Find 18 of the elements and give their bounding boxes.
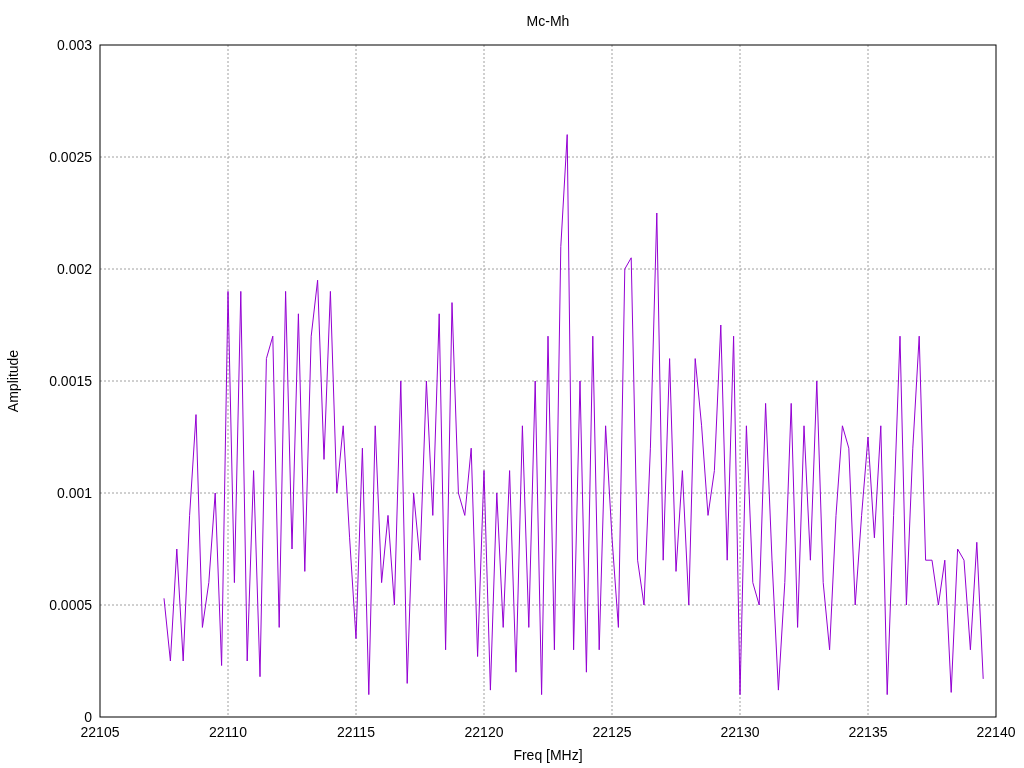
tick-label: 22110 <box>209 724 247 740</box>
tick-label: 0.0025 <box>49 149 92 165</box>
tick-label: 22140 <box>976 724 1016 740</box>
axis-label: Amplitude <box>5 349 21 413</box>
tick-label: 0.0005 <box>49 597 92 613</box>
tick-label: 22135 <box>848 724 888 740</box>
tick-label: 0.002 <box>56 261 92 277</box>
tick-label: 22125 <box>592 724 632 740</box>
tick-label: 22120 <box>464 724 504 740</box>
tick-label: 0.0015 <box>49 373 92 389</box>
tick-label: 22130 <box>720 724 760 740</box>
tick-label: 0.003 <box>56 37 92 53</box>
chart-title: Mc-Mh <box>526 13 570 29</box>
tick-label: 22105 <box>80 724 120 740</box>
tick-label: 0.001 <box>56 485 92 501</box>
tick-label: 0 <box>84 709 92 725</box>
tick-label: 22115 <box>337 724 375 740</box>
axis-label: Freq [MHz] <box>513 747 583 763</box>
